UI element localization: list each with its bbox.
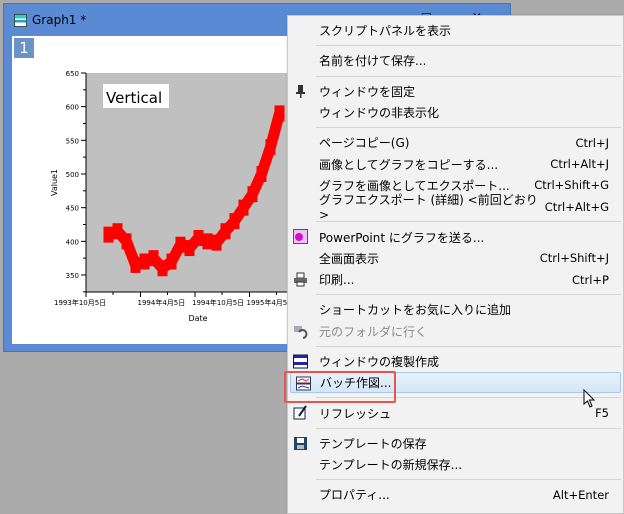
menu-separator: [316, 45, 621, 47]
y-tick-label: 400: [66, 238, 79, 246]
duplicate-window-icon: [293, 354, 308, 369]
menu-item-label: 画像としてグラフをコピーする...: [319, 157, 499, 172]
menu-item-label: 名前を付けて保存...: [319, 54, 427, 69]
y-tick-label: 500: [66, 171, 79, 179]
menu-item-label: グラフエクスポート (詳細) <前回どおり>: [319, 193, 538, 223]
window-title: Graph1 *: [32, 13, 87, 27]
data-point: [166, 253, 177, 270]
data-point: [193, 229, 204, 246]
save-template-icon: [294, 436, 307, 450]
menu-item[interactable]: 印刷... Ctrl+P: [288, 269, 623, 290]
data-point: [175, 236, 186, 253]
menu-item[interactable]: テンプレートの新規保存...: [288, 454, 623, 475]
menu-separator: [316, 427, 621, 429]
menu-item[interactable]: リフレッシュ F5: [288, 402, 623, 423]
y-tick-label: 550: [66, 137, 79, 145]
menu-separator: [316, 479, 621, 481]
legend-text: Vertical: [106, 89, 162, 107]
y-tick-label: 650: [66, 70, 79, 78]
x-tick-label: 1994年4月5日: [138, 298, 186, 307]
y-tick-label: 600: [66, 104, 79, 112]
menu-item[interactable]: 全画面表示 Ctrl+Shift+J: [288, 248, 623, 269]
menu-item[interactable]: PowerPoint にグラフを送る...: [288, 226, 623, 247]
data-point: [139, 253, 150, 270]
data-point: [112, 223, 123, 240]
menu-separator: [316, 75, 621, 77]
y-axis-title: Value1: [50, 169, 59, 196]
menu-item-label: リフレッシュ: [319, 406, 392, 421]
data-point: [265, 139, 276, 156]
window-title-bar[interactable]: Graph1 *: [14, 10, 86, 30]
data-point: [202, 233, 213, 250]
menu-item-label: ウィンドウの非表示化: [319, 106, 440, 121]
menu-item[interactable]: 元のフォルダに行く: [288, 321, 623, 342]
data-point: [148, 250, 159, 267]
menu-item-shortcut: F5: [595, 406, 609, 421]
menu-item-label: ショートカットをお気に入りに追加: [319, 303, 512, 318]
menu-item-shortcut: Alt+Enter: [552, 487, 609, 502]
x-axis-title: Date: [188, 314, 207, 323]
menu-item[interactable]: ウィンドウの複製作成: [288, 351, 623, 372]
menu-item[interactable]: グラフエクスポート (詳細) <前回どおり> Ctrl+Alt+G: [288, 193, 623, 222]
menu-item[interactable]: 画像としてグラフをコピーする... Ctrl+Alt+J: [288, 153, 623, 174]
menu-item-shortcut: Ctrl+P: [571, 272, 609, 287]
menu-item[interactable]: 名前を付けて保存...: [288, 50, 623, 71]
menu-separator: [316, 294, 621, 296]
menu-item[interactable]: ページコピー(G) Ctrl+J: [288, 132, 623, 153]
y-tick-label: 350: [66, 272, 79, 280]
folder-back-icon: [294, 325, 308, 339]
layer-indicator[interactable]: 1: [14, 38, 34, 58]
menu-item[interactable]: テンプレートの保存: [288, 433, 623, 454]
menu-item-shortcut: Ctrl+Alt+J: [550, 157, 609, 172]
pin-icon: [296, 84, 305, 98]
menu-item-label: ウィンドウを固定: [319, 84, 416, 99]
menu-item-shortcut: Ctrl+J: [575, 135, 610, 150]
menu-item-label: PowerPoint にグラフを送る...: [319, 230, 485, 245]
data-point: [130, 256, 141, 273]
data-point: [184, 240, 195, 257]
data-point: [238, 199, 249, 216]
menu-separator: [316, 127, 621, 129]
menu-item[interactable]: プロパティ... Alt+Enter: [288, 484, 623, 505]
data-point: [211, 234, 222, 251]
graph-icon: [14, 13, 27, 27]
powerpoint-icon: [293, 229, 308, 245]
menu-item[interactable]: ショートカットをお気に入りに追加: [288, 299, 623, 320]
menu-item-label: スクリプトパネルを表示: [319, 24, 452, 39]
context-menu: スクリプトパネルを表示 名前を付けて保存... ウィンドウを固定ウィンドウの非表示化…: [287, 15, 624, 514]
data-point: [220, 223, 231, 240]
menu-item-label: 印刷...: [319, 273, 355, 288]
menu-item-label: 元のフォルダに行く: [319, 324, 428, 339]
data-point: [103, 226, 114, 243]
menu-item-label: 全画面表示: [319, 251, 380, 266]
menu-item-label: ページコピー(G): [319, 136, 410, 151]
data-point: [157, 260, 168, 277]
data-point: [274, 105, 285, 122]
menu-item-label: テンプレートの新規保存...: [319, 458, 463, 473]
data-point: [256, 166, 267, 182]
printer-icon: [294, 272, 307, 287]
refresh-icon: [293, 405, 307, 420]
y-tick-label: 450: [66, 205, 79, 213]
menu-item[interactable]: スクリプトパネルを表示: [288, 20, 623, 41]
menu-item-shortcut: Ctrl+Shift+J: [539, 251, 609, 266]
menu-item-label: テンプレートの保存: [319, 436, 427, 451]
mouse-cursor-icon: [583, 389, 596, 408]
menu-separator: [316, 345, 621, 347]
data-point: [229, 213, 240, 230]
menu-item-shortcut: Ctrl+Shift+G: [534, 178, 609, 193]
menu-item-label: ウィンドウの複製作成: [319, 355, 440, 369]
data-point: [121, 233, 132, 250]
menu-item[interactable]: ウィンドウを固定: [288, 81, 623, 102]
data-point: [247, 186, 258, 203]
x-tick-label: 1994年10月5日: [192, 298, 244, 307]
x-tick-label: 1993年10月5日: [54, 298, 106, 307]
menu-item[interactable]: ウィンドウの非表示化: [288, 102, 623, 123]
highlight-annotation: [284, 371, 396, 403]
menu-item-label: プロパティ...: [319, 488, 390, 503]
menu-item-shortcut: Ctrl+Alt+G: [544, 199, 609, 214]
